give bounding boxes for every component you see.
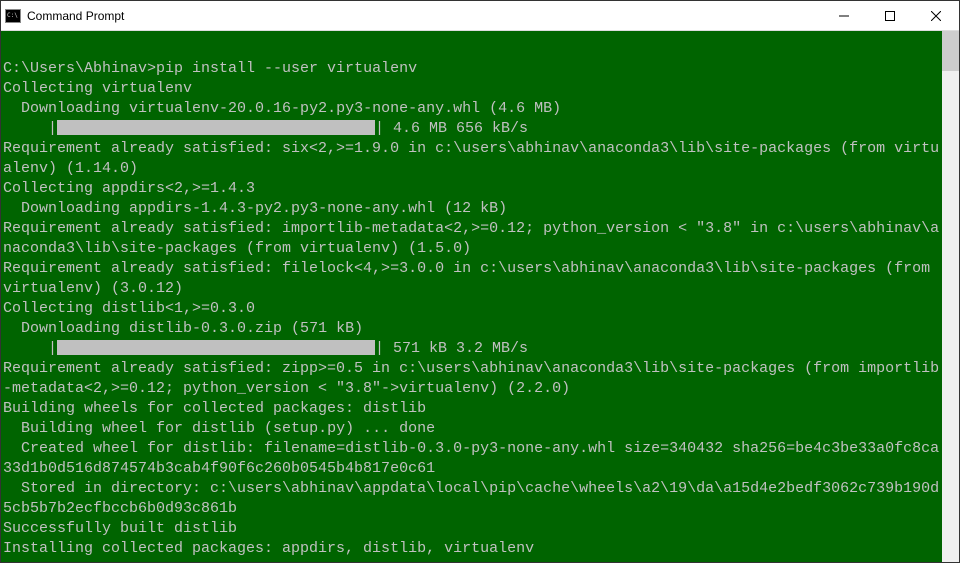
output-line: Building wheels for collected packages: …: [3, 399, 940, 419]
window-title: Command Prompt: [27, 9, 821, 23]
titlebar[interactable]: Command Prompt: [1, 1, 959, 31]
output-line: Stored in directory: c:\users\abhinav\ap…: [3, 479, 940, 519]
output-line: Requirement already satisfied: six<2,>=1…: [3, 139, 940, 179]
maximize-button[interactable]: [867, 1, 913, 30]
cmd-icon: [5, 9, 21, 23]
output-line: Collecting appdirs<2,>=1.4.3: [3, 179, 940, 199]
scrollbar-thumb[interactable]: [942, 31, 959, 71]
output-line: Created wheel for distlib: filename=dist…: [3, 439, 940, 479]
scrollbar[interactable]: [942, 31, 959, 562]
output-line: Requirement already satisfied: filelock<…: [3, 259, 940, 299]
progress-suffix: | 571 kB 3.2 MB/s: [375, 340, 528, 357]
close-icon: [931, 11, 941, 21]
progress-line: | | 571 kB 3.2 MB/s: [3, 339, 940, 359]
progress-bar: [57, 120, 375, 135]
blank-line: [3, 39, 940, 59]
close-button[interactable]: [913, 1, 959, 30]
output-line: Requirement already satisfied: importlib…: [3, 219, 940, 259]
prompt-path: C:\Users\Abhinav>: [3, 60, 156, 77]
progress-suffix: | 4.6 MB 656 kB/s: [375, 120, 528, 137]
minimize-icon: [839, 11, 849, 21]
window-controls: [821, 1, 959, 30]
maximize-icon: [885, 11, 895, 21]
output-line: Downloading distlib-0.3.0.zip (571 kB): [3, 319, 940, 339]
terminal-area: C:\Users\Abhinav>pip install --user virt…: [1, 31, 959, 562]
output-line: Successfully built distlib: [3, 519, 940, 539]
output-line: Downloading appdirs-1.4.3-py2.py3-none-a…: [3, 199, 940, 219]
minimize-button[interactable]: [821, 1, 867, 30]
output-line: Building wheel for distlib (setup.py) ..…: [3, 419, 940, 439]
progress-bar: [57, 340, 375, 355]
terminal-output[interactable]: C:\Users\Abhinav>pip install --user virt…: [1, 31, 942, 562]
output-line: Installing collected packages: appdirs, …: [3, 539, 940, 559]
progress-line: | | 4.6 MB 656 kB/s: [3, 119, 940, 139]
prompt-line: C:\Users\Abhinav>pip install --user virt…: [3, 59, 940, 79]
progress-prefix: |: [3, 120, 57, 137]
progress-prefix: |: [3, 340, 57, 357]
output-line: Collecting virtualenv: [3, 79, 940, 99]
output-line: Downloading virtualenv-20.0.16-py2.py3-n…: [3, 99, 940, 119]
output-line: Collecting distlib<1,>=0.3.0: [3, 299, 940, 319]
command-prompt-window: Command Prompt C:\Users\Abhinav>pip inst…: [0, 0, 960, 563]
output-line: Requirement already satisfied: zipp>=0.5…: [3, 359, 940, 399]
command-text: pip install --user virtualenv: [156, 60, 417, 77]
